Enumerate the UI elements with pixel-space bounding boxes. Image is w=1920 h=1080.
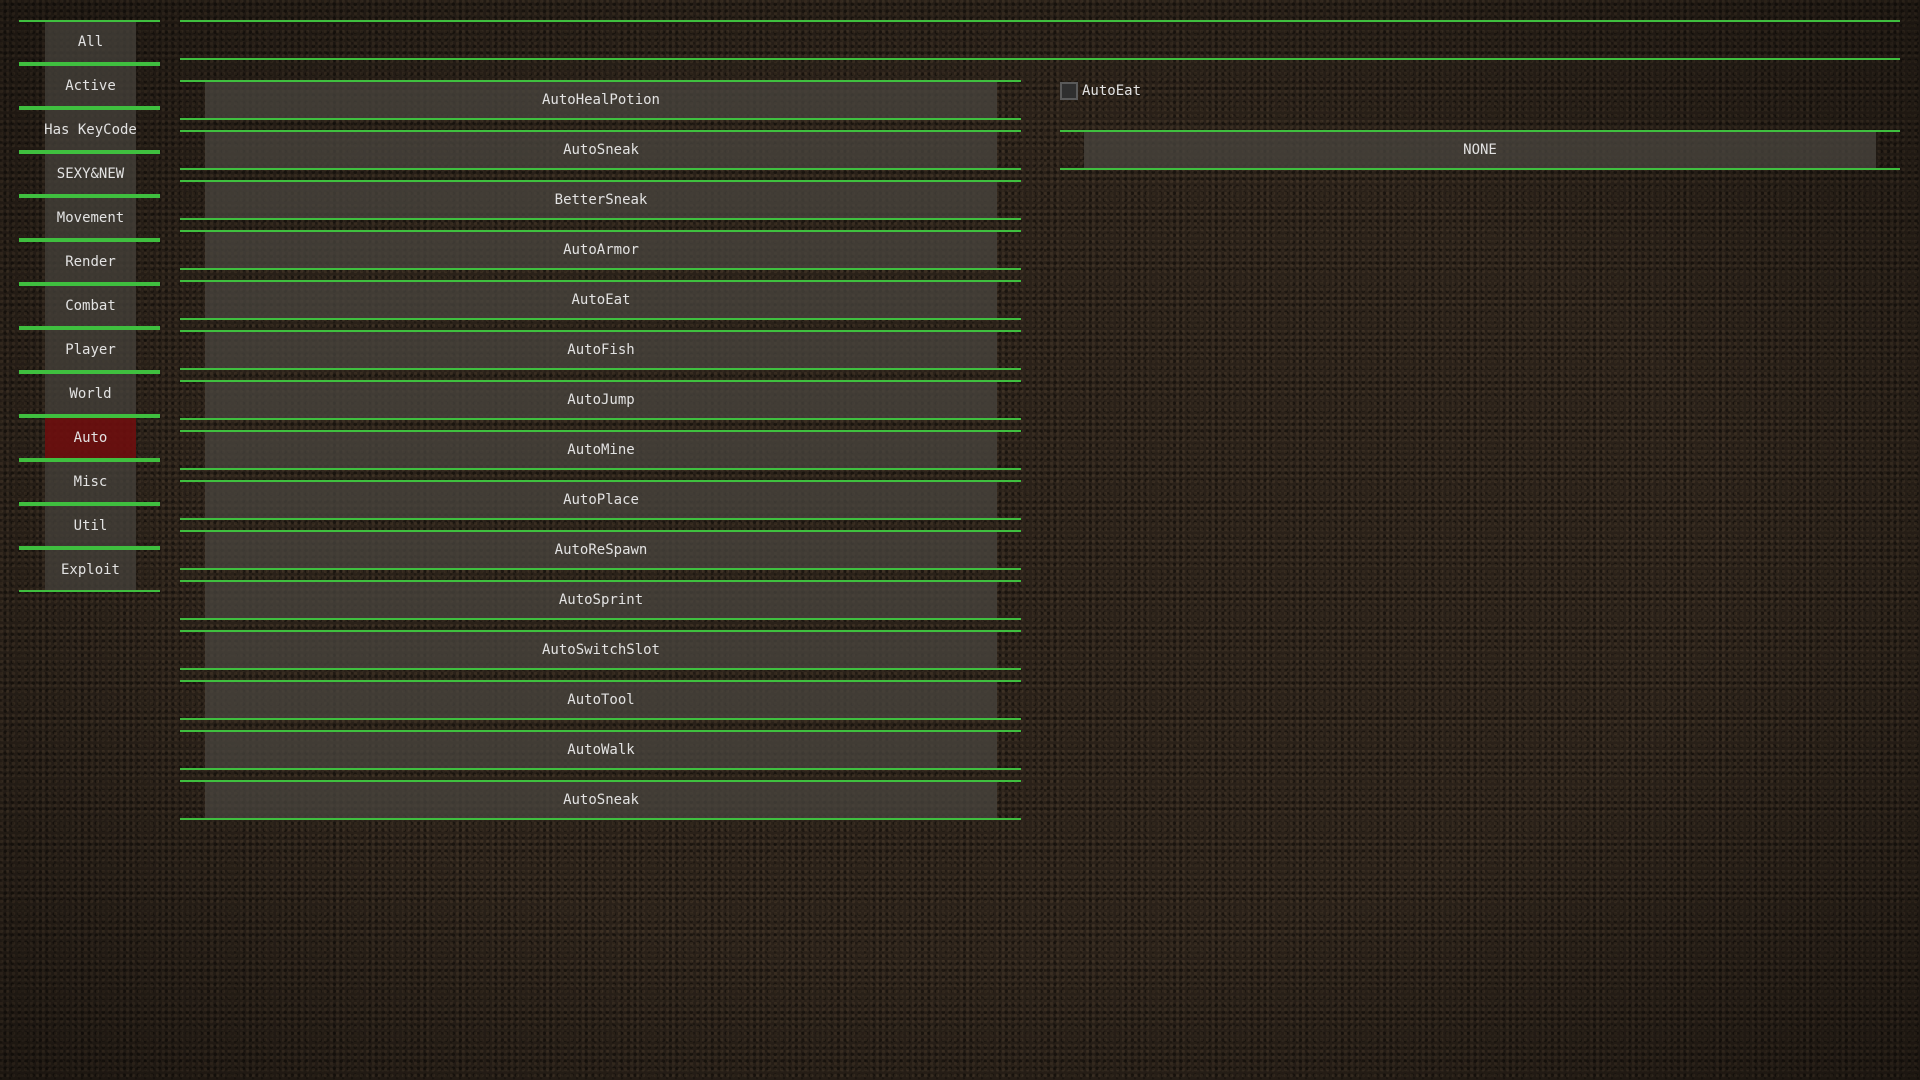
category-sexy-new[interactable]: SEXY&NEW [19, 152, 160, 196]
category-util[interactable]: Util [19, 504, 160, 548]
category-render[interactable]: Render [19, 240, 160, 284]
category-label: Util [45, 506, 136, 546]
category-label: Render [45, 242, 136, 282]
module-autotool[interactable]: AutoTool [180, 680, 1021, 720]
autoeat-toggle-row[interactable]: AutoEat [1060, 80, 1900, 102]
autoeat-checkbox[interactable] [1060, 82, 1078, 100]
category-label: Active [45, 66, 136, 106]
module-autoplace[interactable]: AutoPlace [180, 480, 1021, 520]
module-autohealpotion[interactable]: AutoHealPotion [180, 80, 1021, 120]
module-autoswitchslot[interactable]: AutoSwitchSlot [180, 630, 1021, 670]
category-exploit[interactable]: Exploit [19, 548, 160, 592]
keybind-value: NONE [1084, 132, 1876, 168]
module-label: AutoArmor [205, 232, 997, 268]
module-autowalk[interactable]: AutoWalk [180, 730, 1021, 770]
module-autosneak[interactable]: AutoSneak [180, 130, 1021, 170]
module-autofish[interactable]: AutoFish [180, 330, 1021, 370]
category-movement[interactable]: Movement [19, 196, 160, 240]
category-sidebar: All Active Has KeyCode SEXY&NEW Movement… [19, 20, 160, 592]
module-autojump[interactable]: AutoJump [180, 380, 1021, 420]
module-label: AutoSneak [205, 782, 997, 818]
module-autosneak-2[interactable]: AutoSneak [180, 780, 1021, 820]
module-bettersneak[interactable]: BetterSneak [180, 180, 1021, 220]
module-label: AutoHealPotion [205, 82, 997, 118]
category-label: Movement [45, 198, 136, 238]
category-misc[interactable]: Misc [19, 460, 160, 504]
category-label: SEXY&NEW [45, 154, 136, 194]
module-label: AutoWalk [205, 732, 997, 768]
category-label: Exploit [45, 550, 136, 590]
module-label: AutoSprint [205, 582, 997, 618]
module-label: AutoSwitchSlot [205, 632, 997, 668]
category-label: Auto [45, 418, 136, 458]
module-label: AutoSneak [205, 132, 997, 168]
category-label: All [45, 22, 136, 62]
keybind-selector[interactable]: NONE [1060, 130, 1900, 170]
module-list: AutoHealPotion AutoSneak BetterSneak Aut… [180, 80, 1021, 820]
category-active[interactable]: Active [19, 64, 160, 108]
module-label: BetterSneak [205, 182, 997, 218]
module-label: AutoTool [205, 682, 997, 718]
module-label: AutoPlace [205, 482, 997, 518]
module-settings-panel: AutoEat NONE [1060, 80, 1900, 170]
top-search-bar[interactable] [180, 20, 1900, 60]
category-player[interactable]: Player [19, 328, 160, 372]
module-autorespawn[interactable]: AutoReSpawn [180, 530, 1021, 570]
module-autosprint[interactable]: AutoSprint [180, 580, 1021, 620]
module-autoeat[interactable]: AutoEat [180, 280, 1021, 320]
category-label: Has KeyCode [44, 110, 137, 150]
module-label: AutoJump [205, 382, 997, 418]
module-label: AutoReSpawn [205, 532, 997, 568]
module-label: AutoFish [205, 332, 997, 368]
category-label: Combat [45, 286, 136, 326]
category-has-keycode[interactable]: Has KeyCode [19, 108, 160, 152]
category-world[interactable]: World [19, 372, 160, 416]
module-autoarmor[interactable]: AutoArmor [180, 230, 1021, 270]
category-label: Player [45, 330, 136, 370]
module-label: AutoMine [205, 432, 997, 468]
module-automine[interactable]: AutoMine [180, 430, 1021, 470]
autoeat-toggle-label: AutoEat [1082, 83, 1142, 99]
category-combat[interactable]: Combat [19, 284, 160, 328]
category-label: World [45, 374, 136, 414]
category-label: Misc [45, 462, 136, 502]
category-auto[interactable]: Auto [19, 416, 160, 460]
category-all[interactable]: All [19, 20, 160, 64]
module-label: AutoEat [205, 282, 997, 318]
